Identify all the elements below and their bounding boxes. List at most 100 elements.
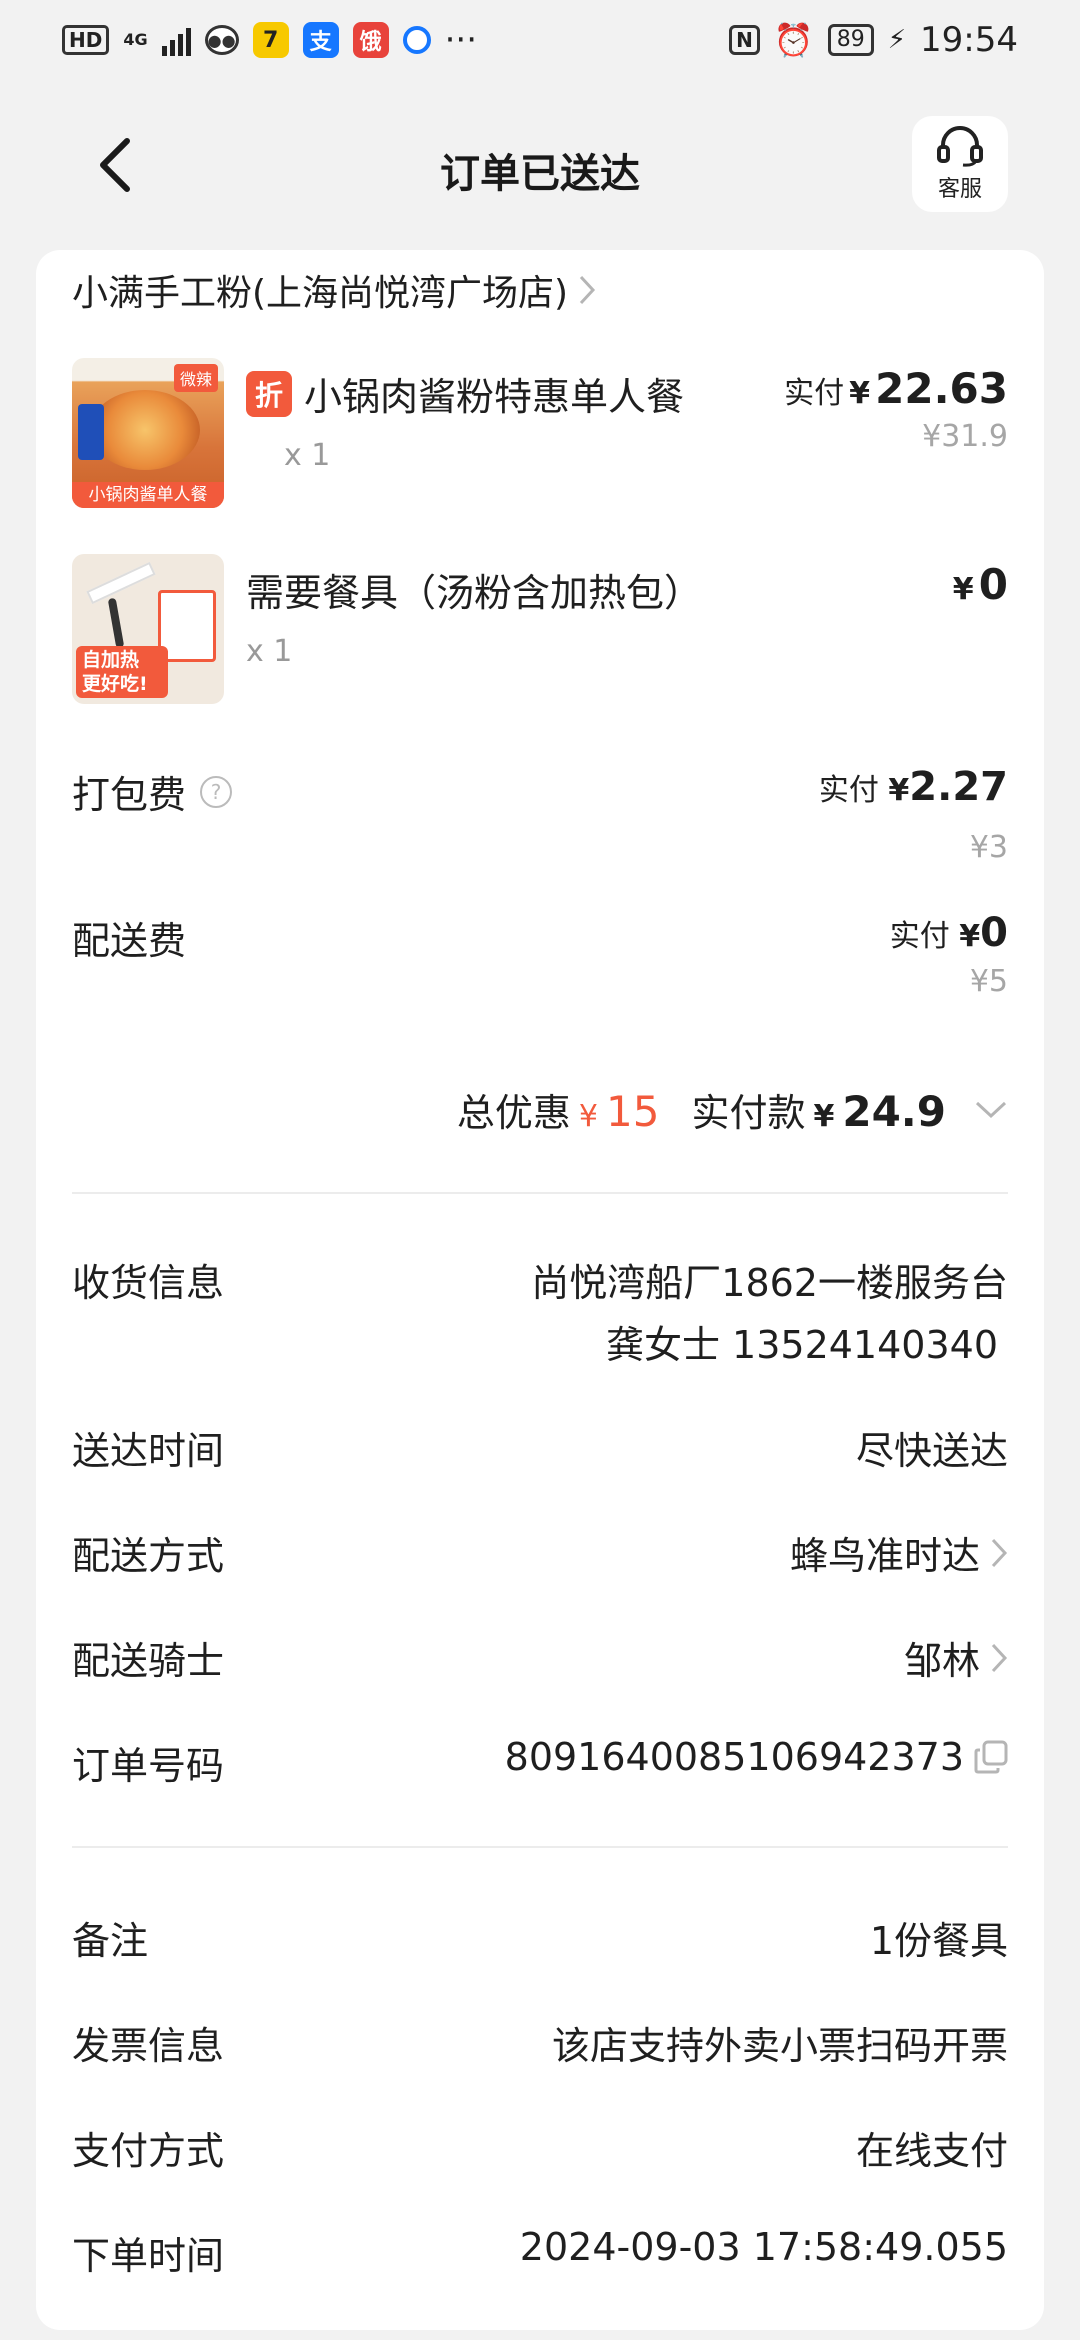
customer-service-label: 客服	[937, 177, 982, 202]
address-line: 尚悦湾船厂1862一楼服务台	[531, 1261, 1008, 1305]
info-label: 发票信息	[72, 2024, 225, 2068]
battery-icon: 89	[827, 24, 874, 56]
address-value: 尚悦湾船厂1862一楼服务台 龚女士 13524140340	[531, 1252, 1008, 1376]
item-price: 实付 ¥ 22.63 ¥31.9	[784, 364, 1008, 454]
copy-icon[interactable]	[974, 1740, 1008, 1774]
info-value: 该店支持外卖小票扫码开票	[551, 2024, 1008, 2068]
paid-amount: 0	[980, 910, 1008, 956]
info-label: 支付方式	[72, 2129, 225, 2173]
info-label: 配送骑士	[72, 1639, 225, 1683]
drink-can-icon	[78, 404, 104, 460]
shop-name: 小满手工粉(上海尚悦湾广场店)	[72, 273, 569, 314]
spoon-icon	[107, 597, 125, 649]
divider	[72, 1192, 1008, 1194]
item-price: ¥ 0	[953, 560, 1008, 609]
item-quantity: x 1	[284, 438, 331, 473]
payment-method-row: 支付方式 在线支付	[72, 2120, 1008, 2180]
headset-icon	[937, 126, 983, 167]
paid-amount: 2.27	[909, 764, 1008, 810]
info-label: 送达时间	[72, 1429, 225, 1473]
page-header: 订单已送达 客服	[0, 100, 1080, 240]
delivery-method-row[interactable]: 配送方式 蜂鸟准时达	[72, 1525, 1008, 1585]
discount-amount: 15	[606, 1087, 660, 1136]
order-number-row: 订单号码 8091640085106942373	[72, 1735, 1008, 1795]
currency-symbol: ¥	[959, 919, 981, 954]
info-label: 收货信息	[72, 1261, 225, 1305]
paid-label: 实付	[818, 773, 879, 808]
currency-symbol: ¥	[578, 1099, 599, 1134]
item-quantity: x 1	[246, 634, 293, 669]
item-title: 折 小锅肉酱粉特惠单人餐	[246, 366, 684, 421]
customer-service-button[interactable]: 客服	[912, 116, 1008, 212]
noodle-bowl-icon	[90, 390, 200, 470]
fee-label-text: 打包费	[72, 773, 187, 817]
paid-amount: 22.63	[875, 364, 1008, 413]
note-row: 备注 1份餐具	[72, 1910, 1008, 1970]
info-value: 1份餐具	[869, 1919, 1008, 1963]
original-price: ¥5	[969, 964, 1008, 999]
thumb-caption: 小锅肉酱单人餐	[72, 482, 224, 508]
discount-badge: 折	[246, 370, 292, 417]
order-card: 小满手工粉(上海尚悦湾广场店) 微辣 小锅肉酱单人餐 折 小锅肉酱粉特惠单人餐 …	[36, 250, 1044, 2330]
currency-symbol: ¥	[888, 773, 910, 808]
fee-amounts: 实付 ¥0 ¥5	[890, 910, 1008, 999]
clock: 19:54	[920, 20, 1018, 60]
app-red-icon: 饿	[352, 22, 389, 58]
total-paid-amount: 24.9	[842, 1087, 946, 1136]
discount-label: 总优惠	[456, 1091, 571, 1135]
nfc-icon: N	[729, 25, 760, 55]
rider-row[interactable]: 配送骑士 邹林	[72, 1630, 1008, 1690]
info-label: 备注	[72, 1919, 149, 1963]
charging-icon: ⚡	[887, 25, 907, 55]
delivery-fee-row: 配送费 实付 ¥0 ¥5	[72, 910, 1008, 1020]
delivery-method-value: 蜂鸟准时达	[789, 1534, 980, 1578]
app-7-icon: 7	[252, 22, 289, 58]
paid-amount: 0	[978, 560, 1008, 609]
page-title: 订单已送达	[440, 151, 640, 197]
network-type: 4G	[123, 30, 148, 49]
fee-label: 配送费	[72, 910, 186, 965]
status-bar-left: HD 4G ●● 7 支 饿 ···	[62, 20, 477, 60]
help-icon[interactable]: ?	[200, 775, 233, 808]
chevron-left-icon	[100, 138, 130, 192]
more-notifications-icon: ···	[444, 20, 478, 60]
divider	[72, 1846, 1008, 1848]
currency-symbol: ¥	[813, 1099, 835, 1134]
info-label: 订单号码	[72, 1744, 225, 1788]
currency-symbol: ¥	[849, 376, 871, 411]
shop-link[interactable]: 小满手工粉(上海尚悦湾广场店)	[72, 264, 596, 316]
invoice-row: 发票信息 该店支持外卖小票扫码开票	[72, 2015, 1008, 2075]
order-item[interactable]: 自加热 更好吃! 需要餐具（汤粉含加热包） x 1 ¥ 0	[72, 554, 1008, 704]
item-thumbnail: 微辣 小锅肉酱单人餐	[72, 358, 224, 508]
app-circle-icon	[402, 26, 431, 54]
chevron-right-icon	[991, 1643, 1008, 1672]
address-row: 收货信息 尚悦湾船厂1862一楼服务台 龚女士 13524140340	[72, 1252, 1008, 1382]
order-number: 8091640085106942373	[504, 1735, 964, 1779]
order-time-row: 下单时间 2024-09-03 17:58:49.055	[72, 2225, 1008, 2285]
signal-icon	[161, 24, 191, 56]
fee-amounts: 实付 ¥2.27 ¥3	[819, 764, 1008, 865]
rider-name: 邹林	[903, 1639, 980, 1683]
info-value: 蜂鸟准时达	[790, 1525, 1008, 1580]
currency-symbol: ¥	[952, 572, 974, 607]
order-item[interactable]: 微辣 小锅肉酱单人餐 折 小锅肉酱粉特惠单人餐 x 1 实付 ¥ 22.63 ¥…	[72, 358, 1008, 508]
chevron-down-icon	[975, 1101, 1007, 1118]
alarm-icon: ⏰	[773, 21, 814, 59]
original-price: ¥3	[969, 830, 1008, 865]
recipient-line: 龚女士 13524140340	[605, 1323, 998, 1367]
thumb-tag: 微辣	[173, 364, 218, 392]
total-paid-label: 实付款	[691, 1091, 806, 1135]
info-label: 下单时间	[72, 2234, 225, 2278]
back-button[interactable]	[80, 130, 150, 200]
total-summary[interactable]: 总优惠 ¥ 15 实付款 ¥ 24.9	[457, 1082, 1008, 1137]
hd-indicator: HD	[62, 25, 110, 55]
status-bar-right: N ⏰ 89 ⚡ 19:54	[729, 20, 1018, 60]
thumb-caption: 自加热 更好吃!	[76, 646, 168, 698]
wechat-icon: ●●	[204, 25, 239, 55]
chevron-right-icon	[579, 275, 596, 305]
info-label: 配送方式	[72, 1534, 225, 1578]
item-name: 需要餐具（汤粉含加热包）	[246, 571, 703, 615]
fee-label-text: 配送费	[72, 919, 187, 963]
chevron-right-icon	[991, 1538, 1008, 1567]
item-thumbnail: 自加热 更好吃!	[72, 554, 224, 704]
